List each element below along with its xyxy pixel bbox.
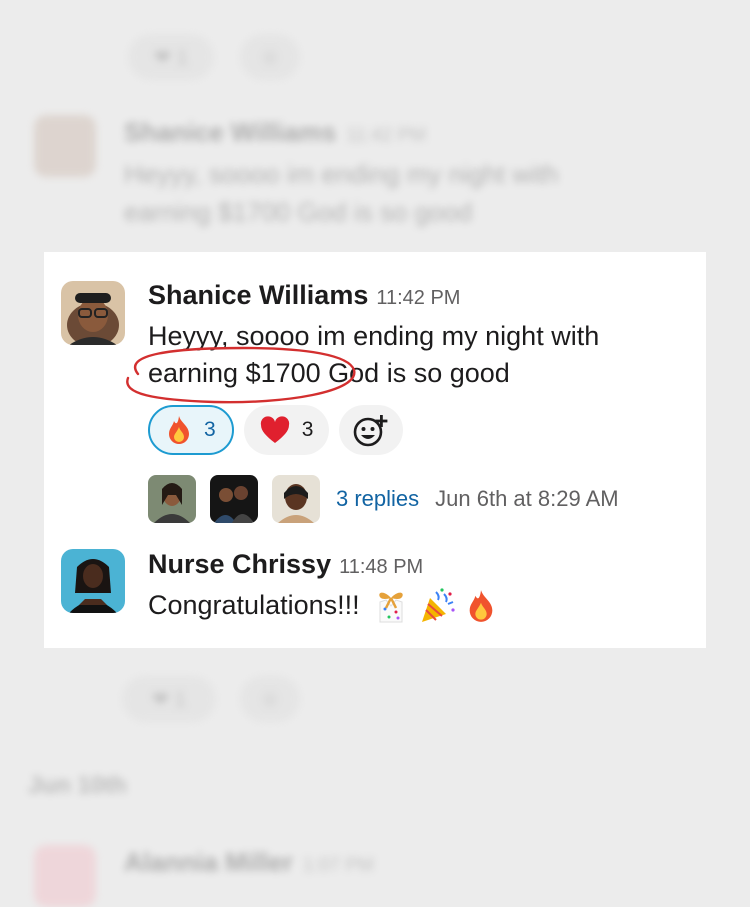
reaction-fire[interactable]: 3 — [148, 405, 234, 455]
sender-name[interactable]: Nurse Chrissy — [148, 549, 331, 579]
thread-summary[interactable]: 3 replies Jun 6th at 8:29 AM — [148, 475, 619, 523]
message-text-line-2: earning $1700 God is so good — [148, 358, 510, 388]
add-reaction-icon — [353, 413, 389, 447]
avatar-nurse-chrissy[interactable] — [61, 549, 125, 613]
fire-emoji-icon — [166, 415, 192, 445]
thread-replies-link[interactable]: 3 replies — [336, 486, 419, 512]
bg-day-divider: Jun 10th — [28, 772, 127, 799]
message-card: Shanice Williams 11:42 PM Heyyy, soooo im… — [44, 252, 706, 648]
add-reaction-button[interactable] — [339, 405, 404, 455]
reply-avatar — [210, 475, 258, 523]
sender-name[interactable]: Shanice Williams — [148, 280, 368, 310]
reaction-count: 3 — [301, 418, 314, 441]
reply-avatar — [272, 475, 320, 523]
message-text: Congratulations!!! — [148, 587, 496, 624]
bg-add-reaction: ☺ — [240, 34, 300, 80]
gift-emoji-icon — [372, 588, 410, 624]
red-heart-emoji-icon — [260, 416, 290, 444]
reply-avatar — [148, 475, 196, 523]
message-text-line-1: Heyyy, soooo im ending my night with — [148, 321, 600, 351]
message-time[interactable]: 11:48 PM — [339, 556, 423, 578]
thread-last-reply-time: Jun 6th at 8:29 AM — [435, 486, 619, 511]
message-time[interactable]: 11:42 PM — [376, 287, 460, 309]
bg-add-reaction: ☺ — [240, 676, 300, 722]
message-header: Nurse Chrissy 11:48 PM — [148, 549, 423, 580]
party-popper-emoji-icon — [418, 587, 456, 624]
reaction-count: 3 — [204, 418, 216, 441]
message-header: Shanice Williams 11:42 PM — [148, 280, 460, 311]
fire-emoji-icon — [466, 589, 496, 623]
reaction-bar: 3 3 — [148, 405, 404, 455]
reaction-heart[interactable]: 3 — [243, 405, 330, 455]
bg-reaction-pill: ❤ 1 — [128, 34, 214, 80]
message-text-content: Congratulations!!! — [148, 590, 360, 620]
bg-reaction-pill: ❤ 1 — [122, 676, 216, 722]
avatar-shanice[interactable] — [61, 281, 125, 345]
